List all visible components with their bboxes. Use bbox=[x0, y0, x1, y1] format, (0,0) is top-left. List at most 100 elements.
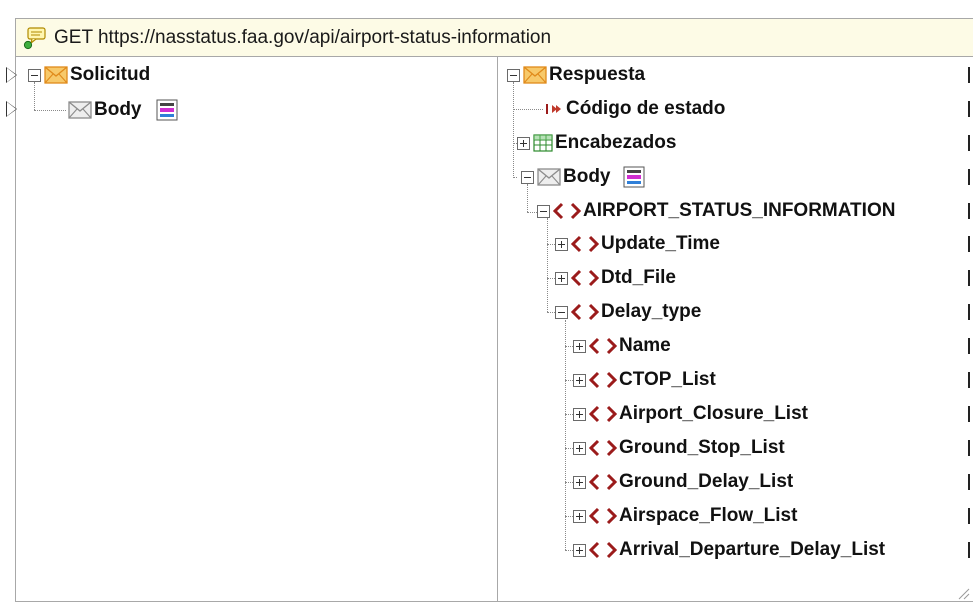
output-connector[interactable] bbox=[968, 372, 970, 388]
expand-toggle[interactable] bbox=[555, 237, 568, 251]
delay-child-node[interactable]: Name bbox=[573, 331, 671, 361]
envelope-gray-icon bbox=[537, 168, 561, 186]
xml-element-icon bbox=[589, 405, 617, 423]
tree-line bbox=[565, 482, 573, 483]
body-settings-icon[interactable] bbox=[156, 99, 178, 121]
airport-status-node[interactable]: AIRPORT_STATUS_INFORMATION bbox=[537, 196, 895, 226]
delay-child-label: Arrival_Departure_Delay_List bbox=[619, 539, 886, 560]
output-connector[interactable] bbox=[968, 406, 970, 422]
output-connector[interactable] bbox=[968, 169, 970, 185]
output-connector[interactable] bbox=[968, 474, 970, 490]
component-title-bar[interactable]: GET https://nasstatus.faa.gov/api/airpor… bbox=[16, 19, 973, 57]
xml-element-icon bbox=[571, 269, 599, 287]
expand-toggle[interactable] bbox=[573, 441, 586, 455]
tree-line bbox=[34, 110, 66, 111]
xml-element-icon bbox=[571, 303, 599, 321]
output-connector[interactable] bbox=[968, 508, 970, 524]
tree-line bbox=[547, 244, 555, 245]
tree-line bbox=[565, 550, 573, 551]
output-connector[interactable] bbox=[968, 338, 970, 354]
tree-line bbox=[547, 312, 555, 313]
envelope-icon bbox=[523, 66, 547, 84]
dtd-file-label: Dtd_File bbox=[601, 267, 676, 288]
delay-child-node[interactable]: Ground_Stop_List bbox=[573, 433, 785, 463]
table-grid-icon bbox=[533, 134, 553, 152]
connector-arrow-fill bbox=[7, 68, 16, 82]
component-title: GET https://nasstatus.faa.gov/api/airpor… bbox=[54, 26, 552, 48]
delay-child-node[interactable]: Airspace_Flow_List bbox=[573, 501, 797, 531]
tree-line bbox=[547, 218, 548, 312]
delay-child-node[interactable]: Ground_Delay_List bbox=[573, 467, 793, 497]
expand-toggle[interactable] bbox=[573, 509, 586, 523]
expand-toggle[interactable] bbox=[573, 543, 586, 557]
headers-label: Encabezados bbox=[555, 132, 677, 153]
expand-toggle[interactable] bbox=[573, 373, 586, 387]
update-time-node[interactable]: Update_Time bbox=[555, 229, 720, 259]
xml-element-icon bbox=[589, 439, 617, 457]
xml-element-icon bbox=[589, 371, 617, 389]
xml-element-icon bbox=[589, 337, 617, 355]
request-body-label: Body bbox=[94, 99, 142, 120]
envelope-icon bbox=[44, 66, 68, 84]
response-body-label: Body bbox=[563, 166, 611, 187]
request-body-node[interactable]: Body bbox=[68, 95, 180, 125]
pane-divider bbox=[497, 57, 498, 602]
collapse-toggle[interactable] bbox=[521, 170, 534, 184]
xml-element-icon bbox=[589, 541, 617, 559]
output-connector[interactable] bbox=[968, 270, 970, 286]
collapse-toggle[interactable] bbox=[28, 68, 41, 82]
update-time-label: Update_Time bbox=[601, 233, 720, 254]
delay-child-label: Ground_Delay_List bbox=[619, 471, 794, 492]
xml-element-icon bbox=[571, 235, 599, 253]
delay-child-node[interactable]: Airport_Closure_List bbox=[573, 399, 808, 429]
delay-type-node[interactable]: Delay_type bbox=[555, 297, 701, 327]
expand-toggle[interactable] bbox=[517, 136, 530, 150]
tree-line bbox=[565, 448, 573, 449]
tree-line bbox=[565, 380, 573, 381]
collapse-toggle[interactable] bbox=[537, 204, 550, 218]
output-connector[interactable] bbox=[968, 236, 970, 252]
delay-child-node[interactable]: Arrival_Departure_Delay_List bbox=[573, 535, 885, 565]
dtd-file-node[interactable]: Dtd_File bbox=[555, 263, 676, 293]
tree-line bbox=[513, 109, 543, 110]
response-body-node[interactable]: Body bbox=[521, 162, 647, 192]
airport-status-label: AIRPORT_STATUS_INFORMATION bbox=[583, 200, 896, 221]
expand-toggle[interactable] bbox=[573, 407, 586, 421]
expand-toggle[interactable] bbox=[573, 475, 586, 489]
request-root-label: Solicitud bbox=[70, 64, 151, 85]
resize-grip-icon[interactable] bbox=[956, 586, 970, 600]
output-connector[interactable] bbox=[968, 101, 970, 117]
output-connector[interactable] bbox=[968, 542, 970, 558]
delay-child-label: Name bbox=[619, 335, 671, 356]
delay-child-label: Ground_Stop_List bbox=[619, 437, 785, 458]
expand-toggle[interactable] bbox=[555, 271, 568, 285]
response-root-node[interactable]: Respuesta bbox=[507, 60, 645, 90]
tree-line bbox=[34, 82, 35, 110]
tree-line bbox=[513, 82, 514, 178]
delay-child-node[interactable]: CTOP_List bbox=[573, 365, 716, 395]
api-call-icon bbox=[22, 25, 48, 51]
output-connector[interactable] bbox=[968, 67, 970, 83]
connector-arrow-fill bbox=[7, 102, 16, 116]
tree-line bbox=[527, 184, 528, 212]
delay-child-label: Airport_Closure_List bbox=[619, 403, 808, 424]
request-root-node[interactable]: Solicitud bbox=[28, 60, 150, 90]
status-code-node[interactable]: Código de estado bbox=[544, 94, 725, 124]
tree-line bbox=[565, 516, 573, 517]
headers-node[interactable]: Encabezados bbox=[517, 128, 676, 158]
body-settings-icon[interactable] bbox=[623, 166, 645, 188]
output-connector[interactable] bbox=[968, 440, 970, 456]
tree-line bbox=[547, 278, 555, 279]
tree-line bbox=[565, 346, 573, 347]
response-root-label: Respuesta bbox=[549, 64, 646, 85]
output-connector[interactable] bbox=[968, 304, 970, 320]
output-connector[interactable] bbox=[968, 135, 970, 151]
output-connector[interactable] bbox=[968, 203, 970, 219]
tree-line bbox=[565, 414, 573, 415]
collapse-toggle[interactable] bbox=[507, 68, 520, 82]
delay-child-label: Airspace_Flow_List bbox=[619, 505, 798, 526]
expand-toggle[interactable] bbox=[573, 339, 586, 353]
delay-type-label: Delay_type bbox=[601, 301, 702, 322]
tree-line bbox=[513, 177, 517, 178]
collapse-toggle[interactable] bbox=[555, 305, 568, 319]
